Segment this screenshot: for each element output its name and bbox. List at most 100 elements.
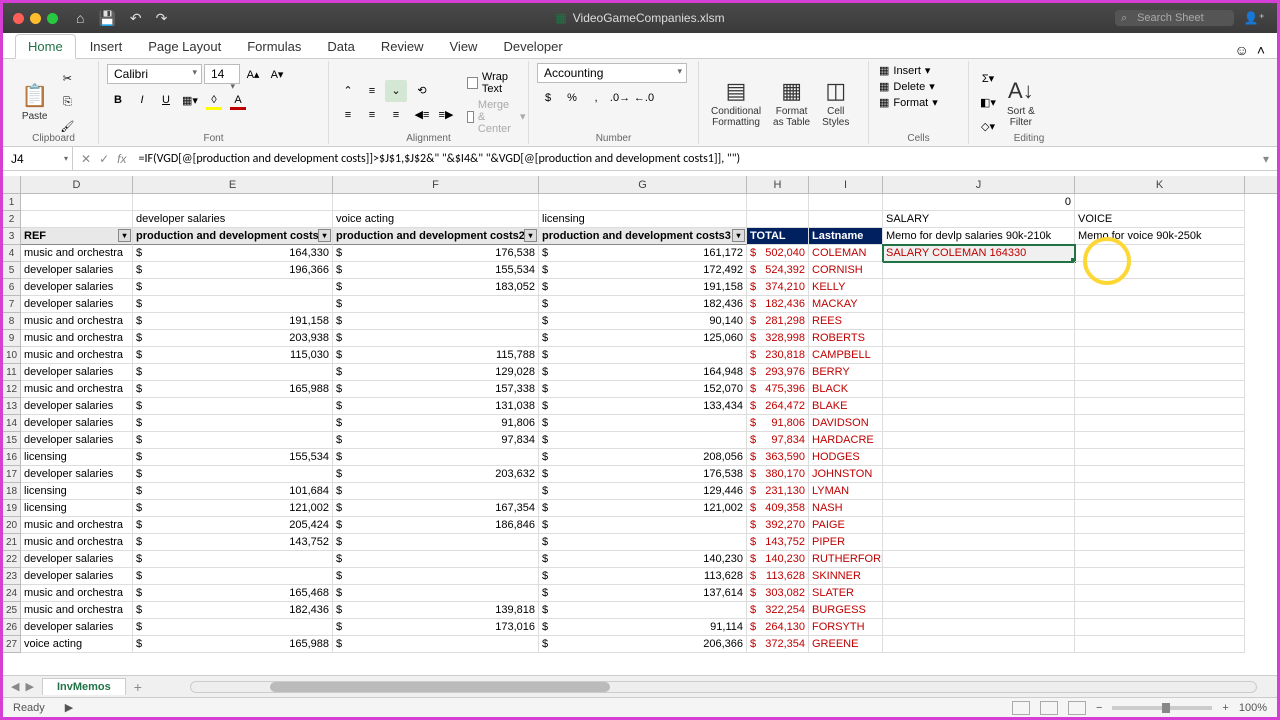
formula-input[interactable]: =IF(VGD[@[production and development cos… (134, 152, 1255, 166)
cell[interactable] (883, 381, 1075, 398)
filter-dropdown-icon[interactable]: ▾ (524, 229, 537, 242)
cell[interactable] (1075, 313, 1245, 330)
cell[interactable] (333, 194, 539, 211)
cell[interactable]: $ 115,030 (133, 347, 333, 364)
cell[interactable] (1075, 636, 1245, 653)
cell[interactable]: ROBERTS (809, 330, 883, 347)
cell[interactable]: COLEMAN (809, 245, 883, 262)
cell[interactable]: $ (539, 534, 747, 551)
cell[interactable]: $ (333, 330, 539, 347)
row-header[interactable]: 17 (3, 466, 21, 483)
cell[interactable]: $ (133, 398, 333, 415)
cell[interactable]: developer salaries (21, 415, 133, 432)
cell[interactable] (1075, 568, 1245, 585)
cell[interactable]: $ 203,938 (133, 330, 333, 347)
row-header[interactable]: 27 (3, 636, 21, 653)
cell[interactable]: $ 293,976 (747, 364, 809, 381)
cell[interactable]: $ 97,834 (333, 432, 539, 449)
cell[interactable]: $ (539, 415, 747, 432)
cell[interactable] (809, 211, 883, 228)
cell[interactable]: $ 186,846 (333, 517, 539, 534)
cell[interactable]: LYMAN (809, 483, 883, 500)
cell[interactable]: $ 113,628 (747, 568, 809, 585)
decrease-indent-icon[interactable]: ◀≡ (411, 104, 433, 126)
align-bottom-icon[interactable]: ⌄ (385, 80, 407, 102)
cell[interactable]: $ 91,806 (333, 415, 539, 432)
font-color-button[interactable]: A (227, 89, 249, 111)
cell[interactable] (1075, 415, 1245, 432)
qat-undo-icon[interactable]: ↶ (130, 10, 142, 27)
cell[interactable]: FORSYTH (809, 619, 883, 636)
cell[interactable]: $ 91,114 (539, 619, 747, 636)
cell[interactable] (809, 194, 883, 211)
cell[interactable]: $ 115,788 (333, 347, 539, 364)
cell[interactable]: $ (539, 602, 747, 619)
cell[interactable]: HODGES (809, 449, 883, 466)
cell[interactable]: $ 208,056 (539, 449, 747, 466)
cell[interactable]: $ 167,354 (333, 500, 539, 517)
cell[interactable]: $ 131,038 (333, 398, 539, 415)
cell[interactable]: DAVIDSON (809, 415, 883, 432)
cell[interactable]: $ 322,254 (747, 602, 809, 619)
cell[interactable]: $ 206,366 (539, 636, 747, 653)
cell[interactable]: $ 101,684 (133, 483, 333, 500)
cell[interactable]: $ 264,130 (747, 619, 809, 636)
bold-button[interactable]: B (107, 89, 129, 111)
cell[interactable]: SKINNER (809, 568, 883, 585)
cell[interactable]: $ (539, 432, 747, 449)
cell[interactable]: HARDACRE (809, 432, 883, 449)
tab-insert[interactable]: Insert (78, 35, 135, 58)
cell[interactable]: SALARY COLEMAN 164330 (883, 245, 1075, 262)
row-header[interactable]: 5 (3, 262, 21, 279)
col-header-J[interactable]: J (883, 176, 1075, 193)
cell[interactable]: $ 372,354 (747, 636, 809, 653)
cell[interactable]: BLACK (809, 381, 883, 398)
cell[interactable]: $ 129,028 (333, 364, 539, 381)
cell[interactable]: $ 502,040 (747, 245, 809, 262)
cell[interactable]: licensing (21, 449, 133, 466)
cell[interactable]: $ 165,988 (133, 636, 333, 653)
zoom-level[interactable]: 100% (1239, 702, 1267, 714)
cell[interactable] (1075, 262, 1245, 279)
cell[interactable] (883, 619, 1075, 636)
cell[interactable] (883, 466, 1075, 483)
cell[interactable]: KELLY (809, 279, 883, 296)
cell[interactable]: $ (133, 279, 333, 296)
cell[interactable]: $ 165,468 (133, 585, 333, 602)
cell[interactable]: $ 173,016 (333, 619, 539, 636)
row-header[interactable]: 23 (3, 568, 21, 585)
wrap-text-button[interactable]: Wrap Text (465, 70, 528, 96)
cell[interactable]: $ 328,998 (747, 330, 809, 347)
tab-data[interactable]: Data (315, 35, 366, 58)
comma-icon[interactable]: , (585, 87, 607, 109)
cell[interactable]: $ (333, 568, 539, 585)
cell[interactable] (1075, 432, 1245, 449)
cell[interactable]: $ 374,210 (747, 279, 809, 296)
qat-save-icon[interactable]: 💾 (98, 10, 115, 27)
cell[interactable] (883, 347, 1075, 364)
cell[interactable] (1075, 347, 1245, 364)
cell[interactable]: BERRY (809, 364, 883, 381)
cell[interactable] (747, 211, 809, 228)
cell[interactable]: developer salaries (133, 211, 333, 228)
decrease-decimal-icon[interactable]: ←.0 (633, 87, 655, 109)
cell[interactable]: $ 205,424 (133, 517, 333, 534)
page-layout-view-icon[interactable] (1040, 701, 1058, 715)
cell[interactable]: $ (133, 364, 333, 381)
cell[interactable] (1075, 381, 1245, 398)
table-header[interactable]: production and development costs▾ (133, 228, 333, 245)
cell[interactable]: $ 157,338 (333, 381, 539, 398)
underline-button[interactable]: U (155, 89, 177, 111)
cell[interactable] (1075, 330, 1245, 347)
paste-button[interactable]: 📋Paste (17, 81, 52, 124)
cell[interactable]: $ 165,988 (133, 381, 333, 398)
page-break-view-icon[interactable] (1068, 701, 1086, 715)
font-size-combo[interactable]: 14 (204, 64, 240, 84)
cell[interactable]: SLATER (809, 585, 883, 602)
name-box[interactable]: J4 (3, 147, 73, 170)
align-right-icon[interactable]: ≡ (385, 104, 407, 126)
cell[interactable]: $ (333, 636, 539, 653)
spreadsheet-grid[interactable]: D E F G H I J K 1 02 developer salariesv… (3, 176, 1277, 675)
cell[interactable]: BLAKE (809, 398, 883, 415)
cell[interactable] (883, 483, 1075, 500)
